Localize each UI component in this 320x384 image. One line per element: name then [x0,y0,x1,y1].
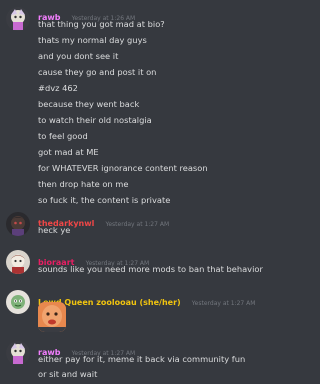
message-text: or sit and wait [38,369,98,379]
message-text: and you dont see it [38,51,119,61]
message-text: cause they go and post it on [38,67,157,77]
message-text: so fuck it, the content is private [38,195,171,205]
message-text: thats my normal day guys [38,35,147,45]
avatar[interactable] [6,212,30,236]
message-text: sounds like you need more mods to ban th… [38,264,263,274]
timestamp: Yesterday at 1:27 AM [105,221,170,228]
timestamp: Yesterday at 1:27 AM [191,300,256,307]
avatar[interactable] [6,341,30,365]
sticker-image[interactable] [38,302,66,332]
avatar[interactable] [6,290,30,314]
message-text: either pay for it, meme it back via comm… [38,354,246,364]
message-text: for WHATEVER ignorance content reason [38,163,208,173]
message-text: then drop hate on me [38,179,129,189]
avatar[interactable] [6,250,30,274]
message-text: to feel good [38,131,88,141]
avatar[interactable] [6,7,30,31]
message-text: that thing you got mad at bio? [38,19,165,29]
message-text: to watch their old nostalgia [38,115,152,125]
message-text: because they went back [38,99,140,109]
message-text: heck ye [38,225,71,235]
message-text: got mad at ME [38,147,99,157]
message-text: #dvz 462 [38,83,78,93]
